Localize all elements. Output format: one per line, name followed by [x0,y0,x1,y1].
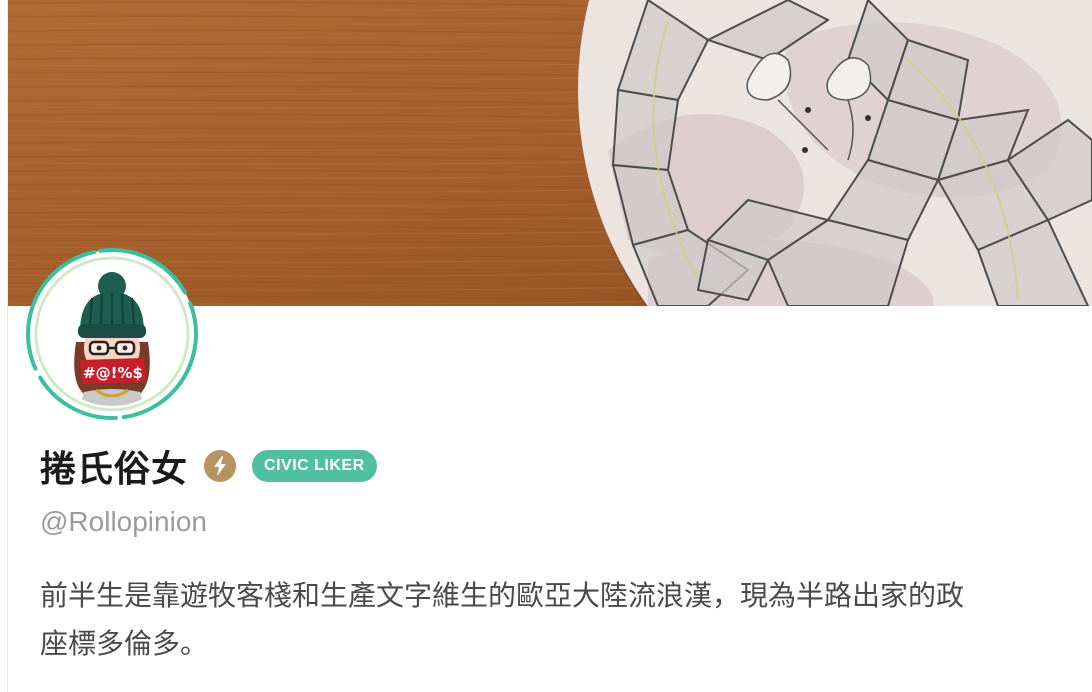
civic-liker-badge[interactable]: CIVIC LIKER [252,450,377,482]
avatar-mask-text: #@!%$ [83,364,143,382]
user-handle: @Rollopinion [40,506,207,537]
lightning-icon [204,450,237,482]
display-name: 捲氏俗女 [40,449,189,490]
profile-name-row: 捲氏俗女 CIVIC LIKER [40,440,377,492]
bio-line: 座標多倫多。 [40,627,209,660]
profile-page: #@!%$ 捲氏俗女 CIVIC LIKER @Rollopinion 前半生是… [0,0,1092,692]
left-divider [0,0,8,692]
avatar[interactable]: #@!%$ [22,244,202,424]
profile-bio: 前半生是靠遊牧客棧和生產文字維生的歐亞大陸流浪漢，現為半路出家的政 座標多倫多。 [40,572,1092,668]
bio-line: 前半生是靠遊牧客棧和生產文字維生的歐亞大陸流浪漢，現為半路出家的政 [40,579,965,612]
avatar-illustration: #@!%$ [40,262,184,406]
